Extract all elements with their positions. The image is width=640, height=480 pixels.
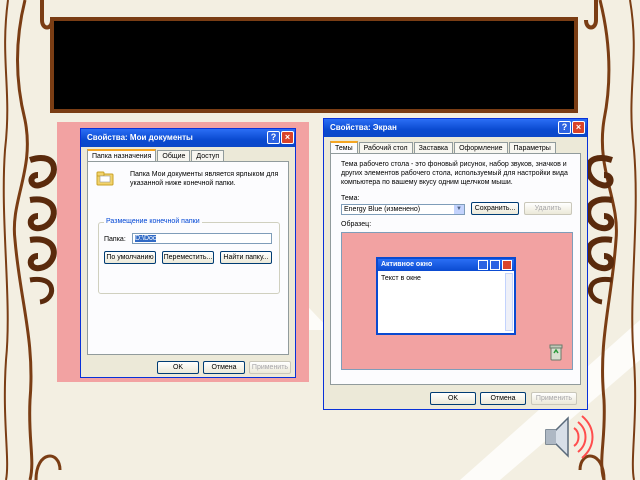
apply-button[interactable]: Применить (531, 392, 577, 405)
preview-maximize-icon (490, 260, 500, 270)
ok-button[interactable]: OK (157, 361, 199, 374)
theme-label: Тема: (341, 195, 360, 202)
restore-default-button[interactable]: По умолчанию (104, 251, 156, 264)
close-button[interactable]: × (572, 121, 585, 134)
folder-description: Папка Мои документы является ярлыком для… (130, 171, 279, 187)
folder-path-field[interactable]: D:\Doc (132, 233, 272, 244)
sample-label: Образец: (341, 221, 372, 228)
preview-minimize-icon (478, 260, 488, 270)
save-theme-button[interactable]: Сохранить... (471, 202, 519, 215)
speaker-icon[interactable] (540, 412, 596, 462)
cancel-button[interactable]: Отмена (480, 392, 526, 405)
delete-theme-button[interactable]: Удалить (524, 202, 572, 215)
close-button[interactable]: × (281, 131, 294, 144)
move-button[interactable]: Переместить... (162, 251, 214, 264)
help-button[interactable]: ? (558, 121, 571, 134)
preview-window-text: Текст в окне (381, 275, 421, 282)
preview-active-window: Активное окно Текст в окне (376, 257, 516, 335)
ok-button[interactable]: OK (430, 392, 476, 405)
recycle-bin-icon (549, 344, 563, 361)
find-folder-button[interactable]: Найти папку... (220, 251, 272, 264)
apply-button[interactable]: Применить (249, 361, 291, 374)
slide-title-bar (50, 17, 578, 113)
folder-label: Папка: (104, 236, 126, 243)
chevron-down-icon: ▼ (454, 205, 464, 214)
help-button[interactable]: ? (267, 131, 280, 144)
tab-panel: Тема рабочего стола - это фоновый рисуно… (330, 153, 581, 385)
folder-icon (96, 171, 114, 186)
cancel-button[interactable]: Отмена (203, 361, 245, 374)
window-title: Свойства: Мои документы (81, 129, 295, 147)
theme-description: Тема рабочего стола - это фоновый рисуно… (341, 161, 568, 186)
theme-select[interactable]: Energy Blue (изменено) ▼ (341, 204, 465, 215)
preview-scrollbar (505, 273, 513, 331)
folder-path-value: D:\Doc (135, 235, 157, 242)
group-label: Размещение конечной папки (104, 218, 202, 225)
tab-panel: Папка Мои документы является ярлыком для… (87, 161, 289, 355)
window-title: Свойства: Экран (324, 119, 587, 137)
preview-close-icon (502, 260, 512, 270)
my-documents-properties-window: Свойства: Мои документы ? × Папка назнач… (80, 128, 296, 378)
theme-preview: Активное окно Текст в окне (341, 232, 573, 370)
theme-select-value: Energy Blue (изменено) (344, 206, 421, 213)
display-properties-window: Свойства: Экран ? × Темы Рабочий стол За… (323, 118, 588, 410)
